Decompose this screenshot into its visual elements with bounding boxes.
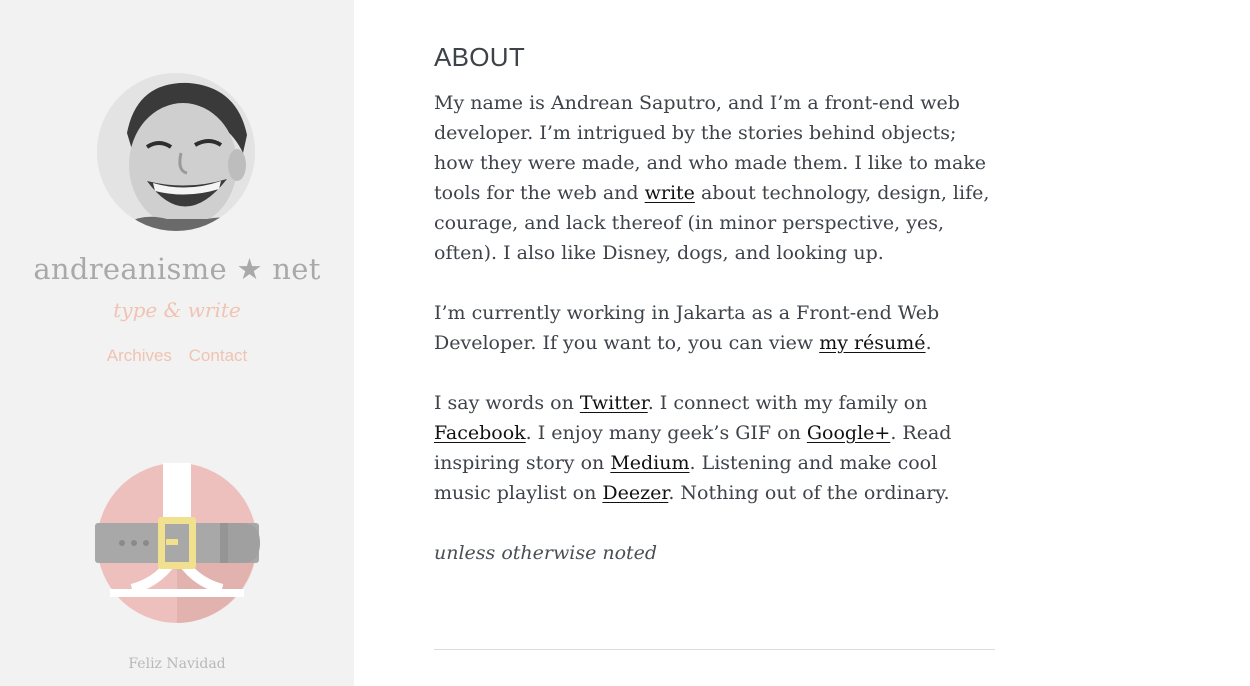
avatar[interactable] bbox=[97, 73, 255, 231]
site-tagline: type & write bbox=[113, 298, 241, 322]
about-content: My name is Andrean Saputro, and I’m a fr… bbox=[434, 88, 995, 598]
santa-belt-icon bbox=[95, 463, 260, 623]
text-segment: I say words on bbox=[434, 392, 580, 414]
write-link[interactable]: write bbox=[645, 182, 695, 204]
text-segment: . I enjoy many geek’s GIF on bbox=[525, 422, 807, 444]
signoff-note: unless otherwise noted bbox=[434, 542, 658, 564]
nav-link-archives[interactable]: Archives bbox=[107, 346, 172, 365]
about-paragraph-intro: My name is Andrean Saputro, and I’m a fr… bbox=[434, 88, 995, 268]
sidebar: andreanisme ★ net type & write Archives … bbox=[0, 0, 354, 686]
sidebar-nav: Archives Contact bbox=[0, 346, 354, 366]
twitter-link[interactable]: Twitter bbox=[580, 392, 648, 414]
about-paragraph-social: I say words on Twitter. I connect with m… bbox=[434, 388, 995, 508]
avatar-portrait-icon bbox=[97, 73, 255, 231]
googleplus-link[interactable]: Google+ bbox=[807, 422, 890, 444]
about-paragraph-work: I’m currently working in Jakarta as a Fr… bbox=[434, 298, 995, 358]
site-title[interactable]: andreanisme ★ net bbox=[0, 252, 354, 286]
santa-belt-badge bbox=[92, 461, 262, 625]
facebook-link[interactable]: Facebook bbox=[434, 422, 526, 444]
text-segment: . I connect with my family on bbox=[647, 392, 928, 414]
text-segment: . Nothing out of the ordinary. bbox=[668, 482, 950, 504]
resume-link[interactable]: my résumé bbox=[819, 332, 925, 354]
medium-link[interactable]: Medium bbox=[610, 452, 689, 474]
page-title: ABOUT bbox=[434, 42, 526, 72]
content-divider bbox=[434, 649, 995, 650]
main-content: ABOUT My name is Andrean Saputro, and I’… bbox=[434, 0, 995, 686]
holiday-caption: Feliz Navidad bbox=[128, 656, 226, 672]
deezer-link[interactable]: Deezer bbox=[602, 482, 668, 504]
text-segment: . bbox=[925, 332, 932, 354]
nav-link-contact[interactable]: Contact bbox=[189, 346, 248, 365]
